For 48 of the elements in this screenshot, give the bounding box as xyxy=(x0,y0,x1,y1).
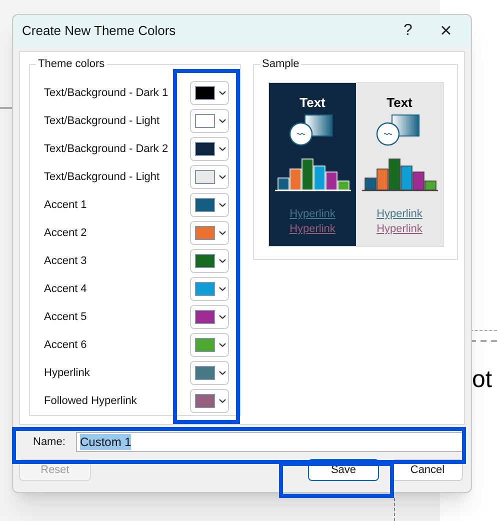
caret-icon xyxy=(219,203,226,207)
close-button[interactable]: × xyxy=(431,16,461,46)
color-picker-button[interactable] xyxy=(190,165,229,189)
color-picker-button[interactable] xyxy=(190,193,229,217)
color-label: Accent 6 xyxy=(44,338,88,353)
color-label: Hyperlink xyxy=(44,366,91,381)
color-label: Accent 2 xyxy=(44,226,88,241)
caret-icon xyxy=(219,259,226,263)
caret-icon xyxy=(219,119,226,123)
color-label: Accent 4 xyxy=(44,282,88,297)
caret-icon xyxy=(219,231,226,235)
color-picker-button[interactable] xyxy=(190,333,229,357)
color-picker-button[interactable] xyxy=(190,221,229,245)
color-label: Text/Background - Dark 2 xyxy=(44,142,170,157)
color-picker-button[interactable] xyxy=(190,389,229,413)
caret-icon xyxy=(219,315,226,319)
window-title: Create New Theme Colors xyxy=(22,22,177,40)
slide-text: ot xyxy=(472,365,492,395)
name-value: Custom 1 xyxy=(80,434,132,450)
color-picker-button[interactable] xyxy=(190,137,229,161)
caret-icon xyxy=(219,371,226,375)
color-label: Text/Background - Light xyxy=(44,114,161,129)
group-title: Sample xyxy=(260,57,302,71)
caret-icon xyxy=(219,147,226,151)
color-label: Followed Hyperlink xyxy=(44,394,138,409)
color-label: Text/Background - Light xyxy=(44,170,161,185)
caret-icon xyxy=(219,287,226,291)
hyperlink[interactable]: Hyperlink xyxy=(376,207,422,222)
color-label: Text/Background - Dark 1 xyxy=(44,86,170,101)
followed-hyperlink[interactable]: Hyperlink xyxy=(376,222,422,237)
caret-icon xyxy=(219,399,226,403)
color-picker-button[interactable] xyxy=(190,277,229,301)
help-button[interactable]: ? xyxy=(393,19,423,43)
color-label: Accent 1 xyxy=(44,198,88,213)
name-label: Name: xyxy=(33,434,66,450)
sample-heading: Text xyxy=(386,95,412,111)
sample-heading: Text xyxy=(300,95,326,111)
color-label: Accent 5 xyxy=(44,310,88,325)
color-label: Accent 3 xyxy=(44,254,88,269)
color-picker-button[interactable] xyxy=(190,109,229,133)
color-picker-button[interactable] xyxy=(190,81,229,105)
caret-icon xyxy=(219,175,226,179)
color-picker-button[interactable] xyxy=(190,249,229,273)
caret-icon xyxy=(219,343,226,347)
color-picker-button[interactable] xyxy=(190,305,229,329)
name-field[interactable]: Custom 1 xyxy=(76,432,463,452)
color-picker-button[interactable] xyxy=(190,361,229,385)
caret-icon xyxy=(219,91,226,95)
